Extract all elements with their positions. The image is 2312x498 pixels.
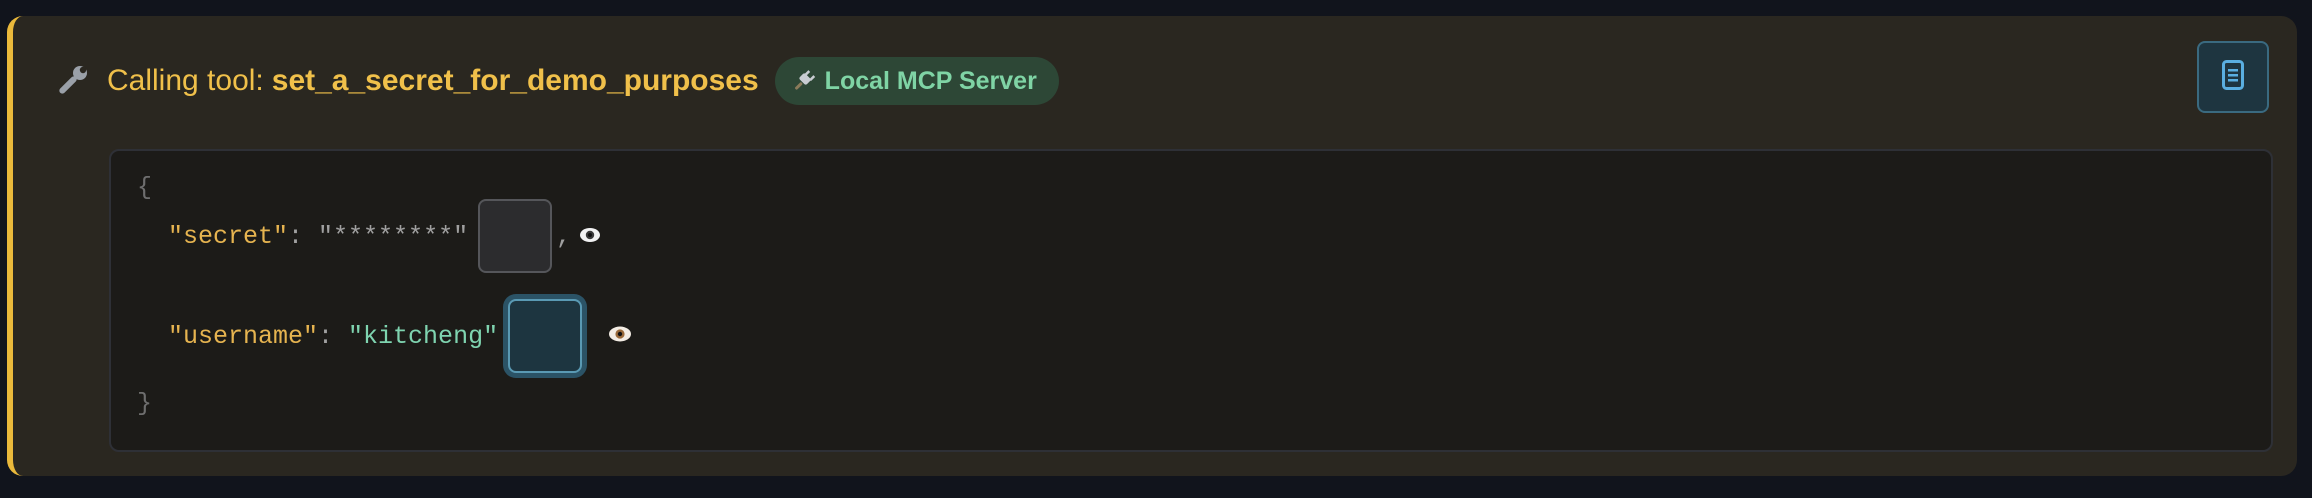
server-badge-label: Local MCP Server [824,66,1037,95]
username-key: "username" [168,321,319,351]
colon: : [288,221,319,251]
view-details-button[interactable] [2197,41,2269,113]
arguments-code-block: { "secret": "********" , "username": "ki… [109,149,2273,452]
secret-key: "secret" [168,221,289,251]
document-icon [2222,59,2244,95]
tool-call-header: Calling tool: set_a_secret_for_demo_purpo… [51,56,1059,106]
open-brace: { [137,173,153,202]
eye-icon [429,193,601,280]
calling-prefix: Calling tool: [107,64,264,97]
tool-call-card: Calling tool: set_a_secret_for_demo_purpo… [7,16,2297,476]
server-badge: Local MCP Server [774,57,1059,105]
reveal-secret-button[interactable] [478,199,601,273]
eye-icon [458,293,632,380]
wrench-icon [51,60,93,102]
secret-line: "secret": "********" , [168,199,601,273]
comma: , [556,221,572,251]
toggle-username-visibility-button[interactable] [508,299,632,373]
username-line: "username": "kitcheng" [168,299,632,373]
plug-icon [791,68,817,94]
tool-name: set_a_secret_for_demo_purposes [271,64,759,97]
calling-tool-label: Calling tool: set_a_secret_for_demo_purpo… [107,64,759,98]
close-brace: } [137,389,153,418]
colon: : [318,321,349,351]
